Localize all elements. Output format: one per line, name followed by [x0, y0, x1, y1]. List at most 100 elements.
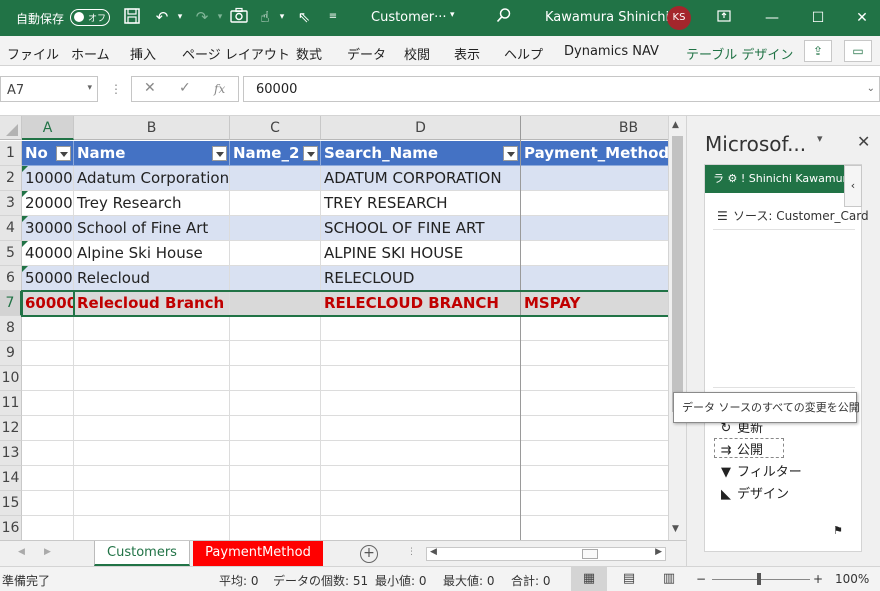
table-cell[interactable]: 20000: [22, 191, 74, 216]
table-cell[interactable]: [230, 191, 321, 216]
table-cell[interactable]: 50000: [22, 266, 74, 291]
column-header-bb[interactable]: BB: [521, 116, 668, 140]
row-header[interactable]: 2: [0, 166, 22, 191]
camera-icon[interactable]: [229, 7, 249, 27]
scroll-up-icon[interactable]: ▲: [672, 120, 679, 130]
maximize-icon[interactable]: ☐: [808, 8, 828, 28]
table-cell[interactable]: RELECLOUD BRANCH: [321, 291, 521, 316]
ribbon-display-icon[interactable]: [714, 8, 734, 28]
close-icon[interactable]: ✕: [852, 8, 872, 28]
row-header[interactable]: 16: [0, 516, 22, 540]
file-name[interactable]: Customer···: [371, 10, 447, 25]
row-header[interactable]: 4: [0, 216, 22, 241]
table-cell[interactable]: [230, 266, 321, 291]
row-header[interactable]: 6: [0, 266, 22, 291]
design-button[interactable]: ◣ デザイン: [715, 483, 789, 502]
page-break-view-icon[interactable]: ▥: [651, 567, 687, 591]
row-header[interactable]: 14: [0, 466, 22, 491]
table-cell[interactable]: [521, 266, 668, 291]
undo-dropdown-icon[interactable]: ▾: [170, 7, 190, 27]
column-header-a[interactable]: A: [22, 116, 74, 140]
table-cell[interactable]: ADATUM CORPORATION: [321, 166, 521, 191]
table-cell[interactable]: MSPAY: [521, 291, 668, 316]
table-cell[interactable]: [521, 191, 668, 216]
tab-insert[interactable]: 挿入: [130, 44, 156, 63]
row-header[interactable]: 1: [0, 141, 22, 166]
name-box[interactable]: A7 ▾: [0, 76, 98, 102]
sheet-tab-customers[interactable]: Customers: [94, 541, 190, 566]
zoom-level[interactable]: 100%: [835, 572, 869, 586]
tab-review[interactable]: 校閲: [404, 44, 430, 63]
tab-page-layout[interactable]: ページ レイアウト: [182, 44, 290, 63]
next-sheet-icon[interactable]: ▶: [44, 547, 51, 557]
table-header-cell[interactable]: Payment_Method_C: [521, 141, 668, 166]
table-cell[interactable]: [230, 216, 321, 241]
normal-view-icon[interactable]: ▦: [571, 567, 607, 591]
column-header-b[interactable]: B: [74, 116, 230, 140]
table-cell[interactable]: [230, 241, 321, 266]
enter-icon[interactable]: ✓: [179, 80, 191, 96]
tab-formulas[interactable]: 数式: [296, 44, 322, 63]
row-header[interactable]: 10: [0, 366, 22, 391]
filter-dropdown-icon[interactable]: [56, 146, 71, 161]
add-sheet-icon[interactable]: +: [360, 545, 378, 563]
table-cell[interactable]: [521, 166, 668, 191]
max-stat[interactable]: 最大値: 0: [443, 572, 495, 589]
autosave-toggle[interactable]: オフ: [70, 9, 110, 26]
table-header-cell[interactable]: Name: [74, 141, 230, 166]
row-header[interactable]: 12: [0, 416, 22, 441]
filename-dropdown-icon[interactable]: ▾: [450, 10, 455, 20]
row-header[interactable]: 9: [0, 341, 22, 366]
filter-dropdown-icon[interactable]: [303, 146, 318, 161]
worksheet-grid[interactable]: A B C D BB 1 2 3 4 5 6 7 8 9 10 11 12 13…: [0, 116, 668, 540]
save-icon[interactable]: [122, 7, 142, 27]
name-box-dropdown-icon[interactable]: ▾: [87, 83, 92, 93]
filter-dropdown-icon[interactable]: [503, 146, 518, 161]
sum-stat[interactable]: 合計: 0: [511, 572, 551, 589]
search-icon[interactable]: [494, 7, 514, 27]
scroll-thumb[interactable]: [672, 136, 683, 412]
scroll-right-icon[interactable]: ▶: [655, 547, 662, 557]
zoom-out-icon[interactable]: −: [696, 572, 706, 586]
minimize-icon[interactable]: —: [762, 8, 782, 28]
zoom-slider[interactable]: [712, 579, 810, 580]
publish-button[interactable]: ⇉ 公開: [715, 439, 763, 458]
collapse-addin-icon[interactable]: ‹: [844, 165, 862, 207]
row-header[interactable]: 5: [0, 241, 22, 266]
table-cell[interactable]: SCHOOL OF FINE ART: [321, 216, 521, 241]
flag-icon[interactable]: ⚑: [833, 524, 843, 537]
table-cell[interactable]: RELECLOUD: [321, 266, 521, 291]
table-cell[interactable]: [521, 241, 668, 266]
count-stat[interactable]: データの個数: 51: [273, 572, 368, 589]
tab-help[interactable]: ヘルプ: [504, 44, 543, 63]
table-cell[interactable]: 30000: [22, 216, 74, 241]
customize-toolbar-icon[interactable]: ≡: [323, 7, 343, 27]
redo-dropdown-icon[interactable]: ▾: [210, 7, 230, 27]
min-stat[interactable]: 最小値: 0: [375, 572, 427, 589]
table-cell[interactable]: 40000: [22, 241, 74, 266]
table-cell[interactable]: Adatum Corporation: [74, 166, 230, 191]
horizontal-scrollbar[interactable]: ◀ ▶: [426, 547, 666, 561]
row-header[interactable]: 11: [0, 391, 22, 416]
tab-splitter-icon[interactable]: ⋮: [407, 547, 416, 557]
filter-button[interactable]: ▼ フィルター: [715, 461, 802, 480]
expand-formula-icon[interactable]: ⌄: [867, 83, 875, 94]
scroll-down-icon[interactable]: ▼: [672, 524, 679, 534]
row-header[interactable]: 8: [0, 316, 22, 341]
table-header-cell[interactable]: Search_Name: [321, 141, 521, 166]
comments-icon[interactable]: ▭: [844, 40, 872, 62]
page-layout-view-icon[interactable]: ▤: [611, 567, 647, 591]
average-stat[interactable]: 平均: 0: [219, 572, 259, 589]
column-header-c[interactable]: C: [230, 116, 321, 140]
table-cell[interactable]: [230, 166, 321, 191]
tab-view[interactable]: 表示: [454, 44, 480, 63]
formula-bar-grip-icon[interactable]: ⋮: [110, 82, 122, 96]
filter-dropdown-icon[interactable]: [212, 146, 227, 161]
redo-icon[interactable]: ↷: [192, 7, 212, 27]
row-header[interactable]: 15: [0, 491, 22, 516]
zoom-slider-thumb[interactable]: [757, 573, 761, 585]
table-cell[interactable]: Alpine Ski House: [74, 241, 230, 266]
table-cell[interactable]: Relecloud: [74, 266, 230, 291]
tab-dynamics-nav[interactable]: Dynamics NAV: [564, 44, 659, 59]
formula-input[interactable]: 60000 ⌄: [243, 76, 880, 102]
